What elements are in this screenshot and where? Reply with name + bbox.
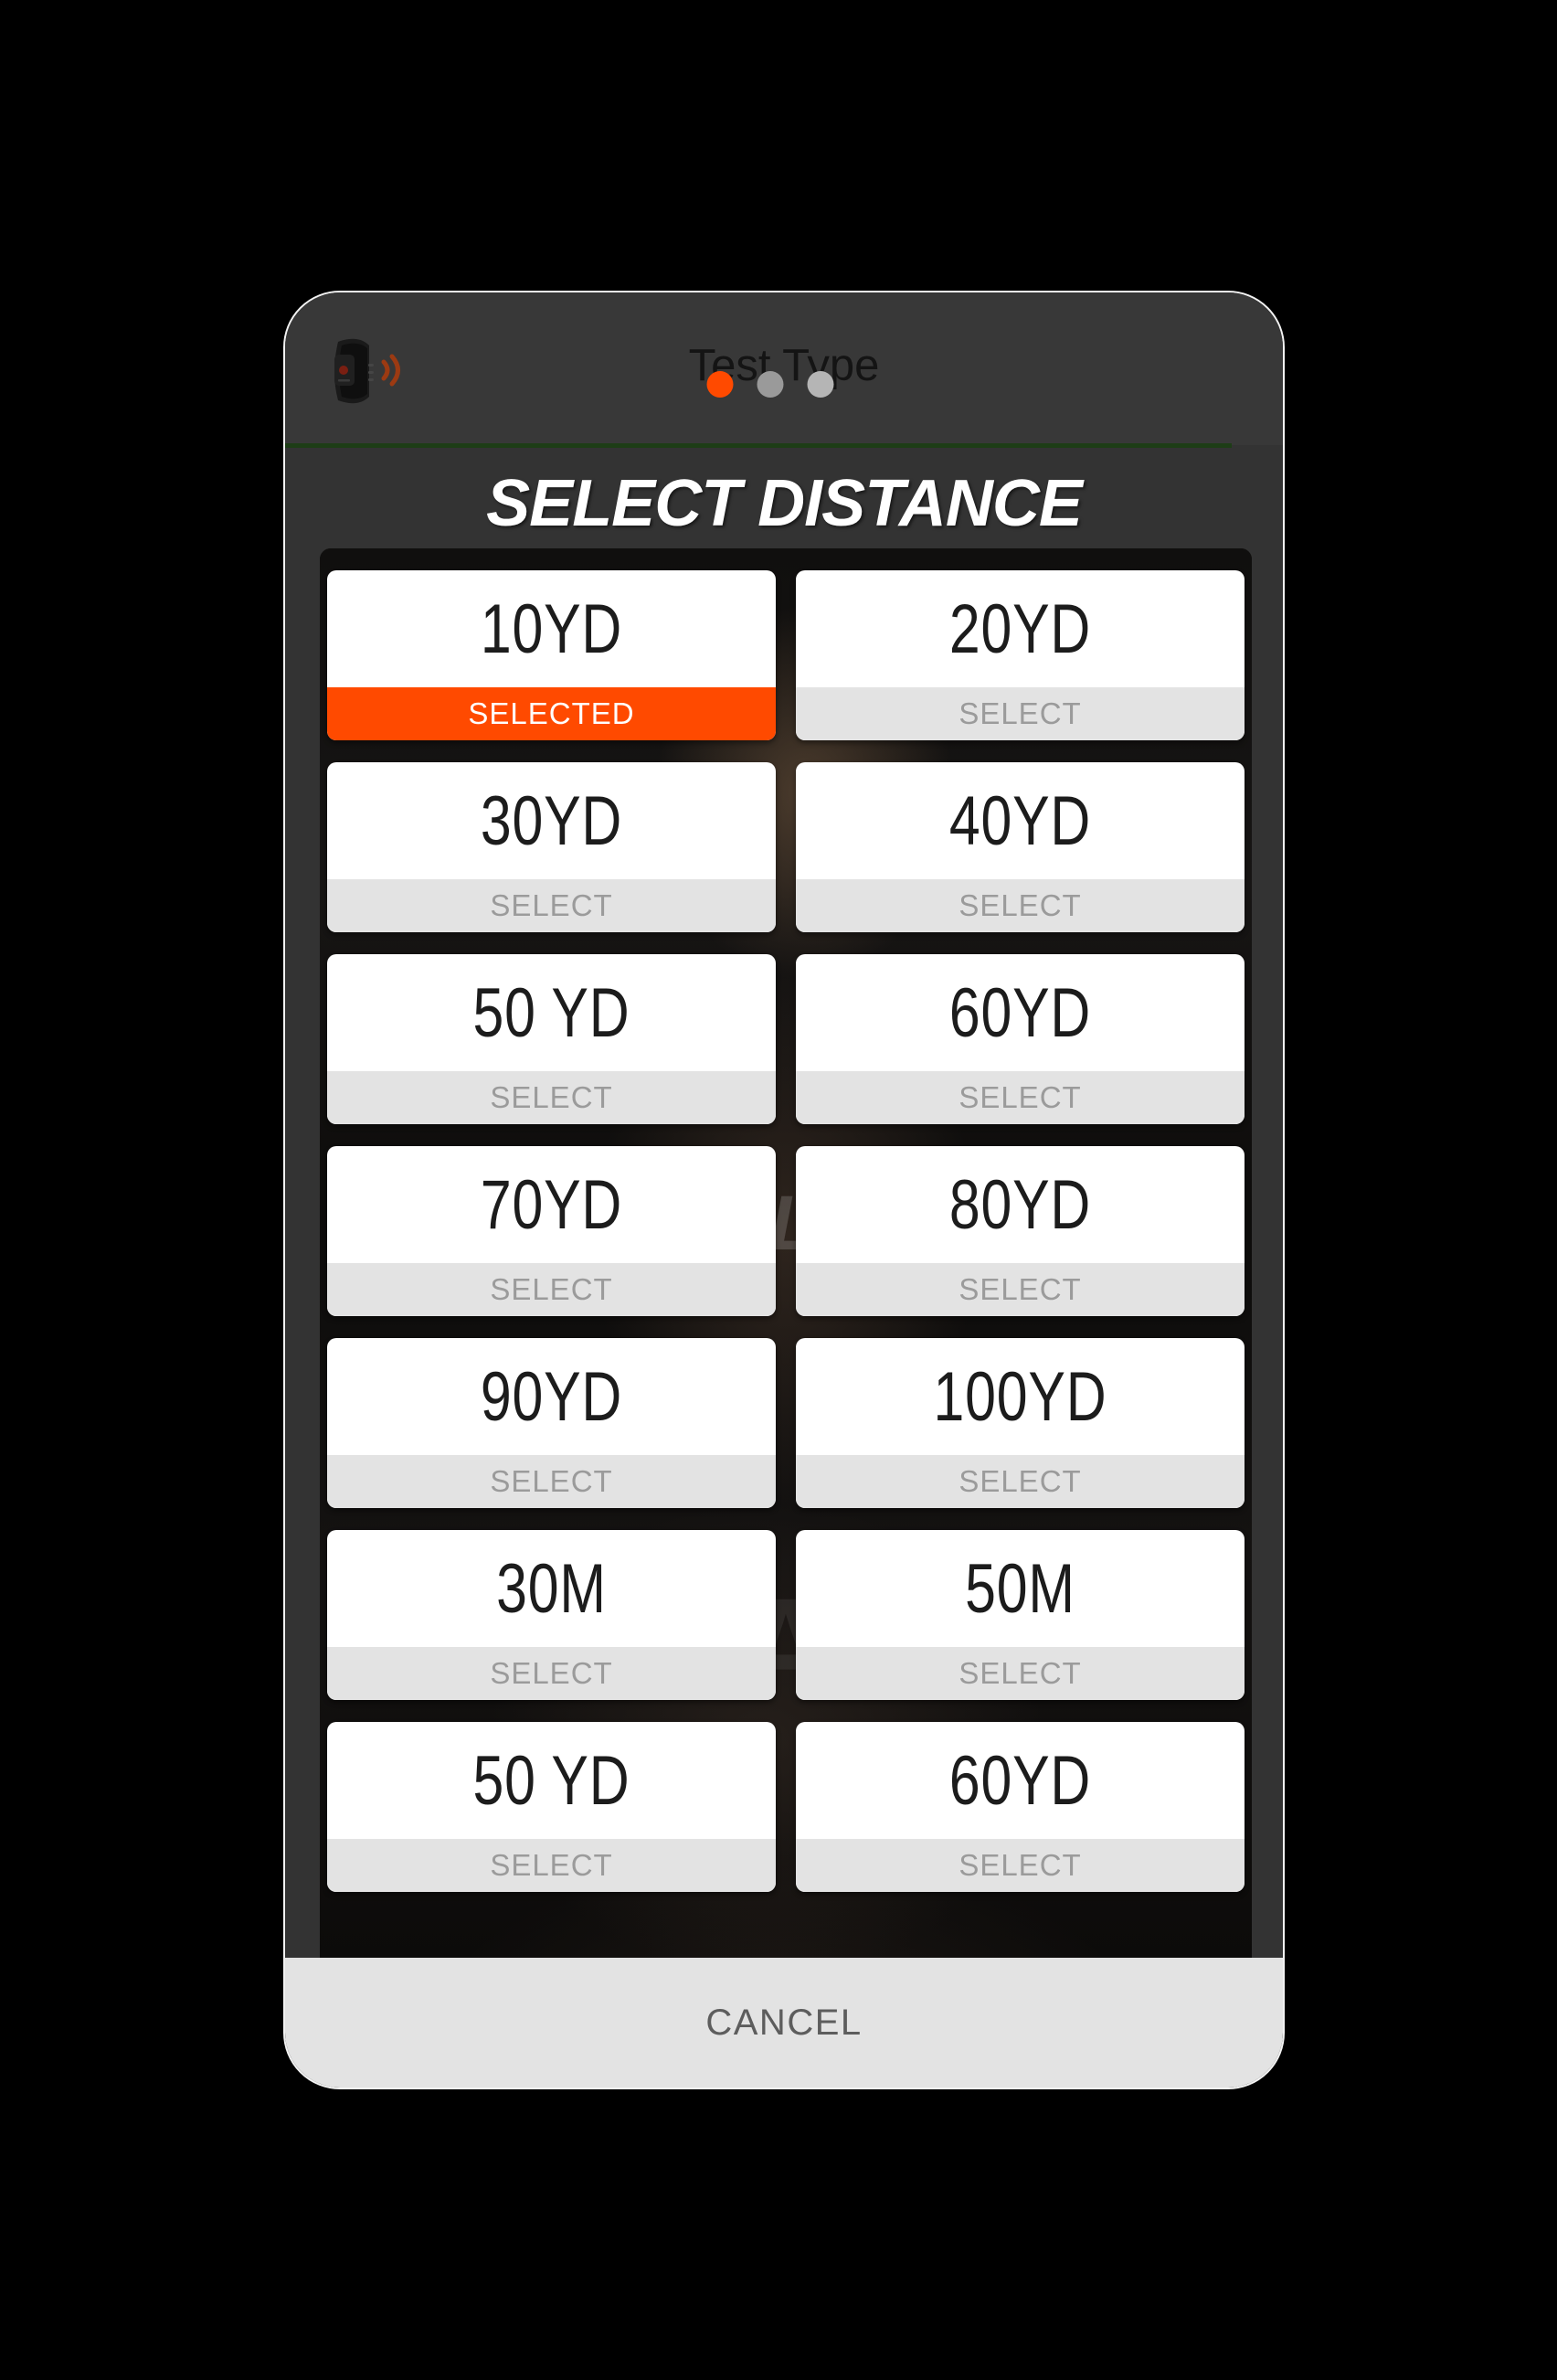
distance-option-select-label[interactable]: SELECT [796,1839,1245,1892]
select-distance-dialog: Test Type SELECT DISTANCE AGILITY A 10YD… [283,291,1285,2089]
distance-option-select-label[interactable]: SELECT [327,879,776,932]
distance-option-card[interactable]: 30YD SELECT [327,762,776,932]
cancel-button-label: CANCEL [705,2002,863,2043]
distance-option-select-label[interactable]: SELECT [796,1455,1245,1508]
distance-option-select-label[interactable]: SELECT [796,1263,1245,1316]
distance-option-select-label[interactable]: SELECT [327,1071,776,1124]
distance-option-select-label[interactable]: SELECT [796,1071,1245,1124]
distance-option-value: 70YD [480,1165,623,1244]
distance-option-card[interactable]: 60YD SELECT [796,1722,1245,1892]
distance-option-value: 60YD [948,1741,1092,1820]
distance-option-value: 100YD [933,1357,1107,1436]
cancel-button[interactable]: CANCEL [285,1958,1283,2088]
distance-option-select-label[interactable]: SELECT [327,1647,776,1700]
distance-option-select-label[interactable]: SELECT [327,1839,776,1892]
distance-option-card[interactable]: 30M SELECT [327,1530,776,1700]
distance-option-value: 80YD [948,1165,1092,1244]
page-dot-2[interactable] [757,371,784,398]
distance-option-card[interactable]: 50 YD SELECT [327,1722,776,1892]
distance-option-selected-label[interactable]: SELECTED [327,687,776,740]
distance-option-value: 30YD [480,781,623,860]
distance-option-card[interactable]: 60YD SELECT [796,954,1245,1124]
page-dot-1[interactable] [706,371,734,398]
distance-option-value: 30M [496,1549,607,1628]
distance-option-value: 40YD [948,781,1092,860]
distance-option-select-label[interactable]: SELECT [327,1455,776,1508]
distance-option-card[interactable]: 50 YD SELECT [327,954,776,1124]
distance-option-card[interactable]: 100YD SELECT [796,1338,1245,1508]
distance-option-value: 50 YD [472,1741,630,1820]
distance-options-list[interactable]: AGILITY A 10YD SELECTED 20YD SELECT 30YD SELE… [320,548,1252,2077]
distance-option-value: 10YD [480,590,623,668]
distance-option-card[interactable]: 10YD SELECTED [327,570,776,740]
page-dot-3[interactable] [807,371,834,398]
distance-option-value: 90YD [480,1357,623,1436]
distance-option-card[interactable]: 90YD SELECT [327,1338,776,1508]
dialog-header: Test Type [285,292,1283,448]
distance-option-value: 60YD [948,973,1092,1052]
distance-option-value: 20YD [948,590,1092,668]
distance-option-value: 50M [965,1549,1075,1628]
options-grid: 10YD SELECTED 20YD SELECT 30YD SELECT 40YD SELE… [327,570,1245,1892]
page-title: SELECT DISTANCE [486,467,1083,540]
distance-option-select-label[interactable]: SELECT [796,879,1245,932]
distance-option-select-label[interactable]: SELECT [796,1647,1245,1700]
distance-option-card[interactable]: 80YD SELECT [796,1146,1245,1316]
distance-option-card[interactable]: 20YD SELECT [796,570,1245,740]
distance-option-select-label[interactable]: SELECT [796,687,1245,740]
distance-option-value: 50 YD [472,973,630,1052]
header-divider [285,443,1232,448]
distance-option-card[interactable]: 50M SELECT [796,1530,1245,1700]
distance-option-card[interactable]: 70YD SELECT [327,1146,776,1316]
page-indicator-dots [706,371,834,398]
distance-option-select-label[interactable]: SELECT [327,1263,776,1316]
distance-option-card[interactable]: 40YD SELECT [796,762,1245,932]
